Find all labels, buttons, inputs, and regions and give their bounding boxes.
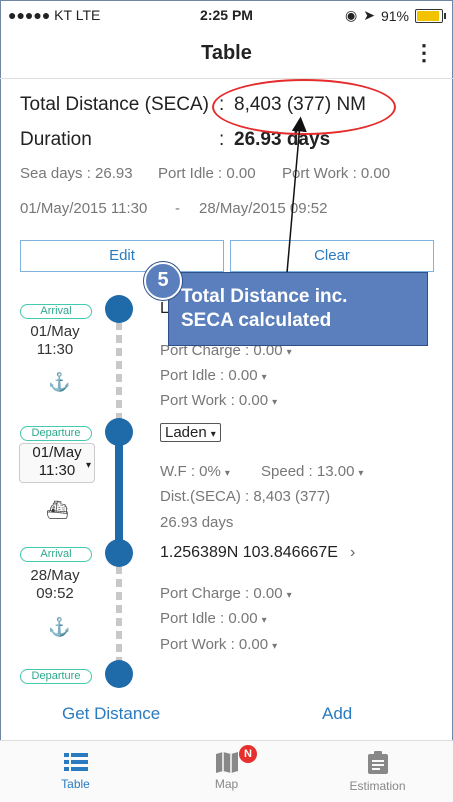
tab-map[interactable]: Map N <box>151 741 302 802</box>
battery-icon <box>415 8 446 23</box>
dropdown-caret-icon: ▾ <box>224 468 230 479</box>
leg-distance: Dist.(SECA) : 8,403 (377) <box>160 488 331 505</box>
dropdown-caret-icon: ▾ <box>272 641 278 652</box>
tab-label: Table <box>61 777 90 791</box>
timeline-node[interactable] <box>105 418 133 446</box>
weather-factor-dropdown[interactable]: W.F : 0% ▾ <box>160 463 230 480</box>
port-idle-dropdown[interactable]: Port Idle : 0.00 ▾ <box>160 367 267 384</box>
battery-percent: 91% <box>380 7 409 24</box>
anchor-icon: ⚓ <box>48 372 71 392</box>
anchor-icon: ⚓ <box>48 617 71 637</box>
map-icon <box>215 752 238 773</box>
port-charge-dropdown[interactable]: Port Charge : 0.00 ▾ <box>160 585 292 602</box>
duration-label: Duration <box>20 129 92 150</box>
highlight-ellipse <box>212 79 396 135</box>
get-distance-button[interactable]: Get Distance <box>62 704 160 724</box>
more-options-icon[interactable]: ⋮ <box>413 40 435 66</box>
timeline-node[interactable] <box>105 539 133 567</box>
battery-fill <box>417 10 439 21</box>
tab-estimation[interactable]: Estimation <box>302 741 453 802</box>
timeline-sailing-segment <box>115 440 123 540</box>
dropdown-caret-icon: ▾ <box>261 615 267 626</box>
dropdown-caret-icon: ▾ <box>86 460 92 471</box>
arrival-date: 28/May 09:52 <box>30 567 80 602</box>
tab-bar: Table Map N Estimation <box>0 740 453 802</box>
timeline-dashed-segment <box>116 322 122 420</box>
add-button[interactable]: Add <box>322 704 352 724</box>
dropdown-caret-icon: ▾ <box>272 397 278 408</box>
location-arrow-icon: ➤ <box>363 7 375 23</box>
callout-line-2: SECA calculated <box>181 310 332 331</box>
start-datetime: 01/May/2015 11:30 <box>20 200 148 217</box>
sea-days: Sea days : 26.93 <box>20 165 133 182</box>
port-work-dropdown[interactable]: Port Work : 0.00 ▾ <box>160 636 277 653</box>
clipboard-icon <box>367 751 388 774</box>
dropdown-caret-icon: ▾ <box>358 468 364 479</box>
port-work-total: Port Work : 0.00 <box>282 165 391 182</box>
edit-button[interactable]: Edit <box>20 240 224 272</box>
date-separator: - <box>175 200 180 217</box>
ship-icon: ⛴ <box>46 500 69 520</box>
navigation-bar: Table ⋮ <box>0 30 453 79</box>
port-work-dropdown[interactable]: Port Work : 0.00 ▾ <box>160 392 277 409</box>
departure-datetime-picker[interactable]: 01/May 11:30 <box>19 443 95 483</box>
dropdown-caret-icon: ▾ <box>286 347 292 358</box>
cargo-condition-select[interactable]: Laden ▾ <box>160 423 221 442</box>
annotation-callout: Total Distance inc. SECA calculated <box>168 272 428 346</box>
new-badge: N <box>239 745 257 763</box>
speed-dropdown[interactable]: Speed : 13.00 ▾ <box>261 463 363 480</box>
list-icon <box>63 753 88 771</box>
total-distance-label: Total Distance (SECA) <box>20 94 210 115</box>
tab-table[interactable]: Table <box>0 741 151 802</box>
arrival-tag: Arrival <box>20 547 92 562</box>
dropdown-caret-icon: ▾ <box>210 429 216 440</box>
arrival-tag: Arrival <box>20 304 92 319</box>
timeline-dashed-segment <box>116 566 122 662</box>
arrival-date: 01/May 11:30 <box>30 323 80 358</box>
timeline-node[interactable] <box>105 295 133 323</box>
orientation-lock-icon: ◉ <box>345 7 358 23</box>
leg-duration: 26.93 days <box>160 514 234 531</box>
status-right: ◉ ➤ 91% <box>345 7 446 24</box>
colon: : <box>219 129 225 150</box>
tab-label: Estimation <box>349 779 406 793</box>
port-idle-total: Port Idle : 0.00 <box>158 165 256 182</box>
port-idle-dropdown[interactable]: Port Idle : 0.00 ▾ <box>160 610 267 627</box>
dropdown-caret-icon: ▾ <box>261 372 267 383</box>
timeline-node[interactable] <box>105 660 133 688</box>
callout-line-1: Total Distance inc. <box>181 286 348 307</box>
status-bar: ●●●●● KT LTE 2:25 PM ◉ ➤ 91% <box>0 0 453 30</box>
dropdown-caret-icon: ▾ <box>286 590 292 601</box>
step-number-badge: 5 <box>144 262 182 300</box>
departure-tag: Departure <box>20 426 92 441</box>
tab-label: Map <box>214 777 239 791</box>
port-coordinates[interactable]: 1.256389N 103.846667E › <box>160 544 355 562</box>
clear-button[interactable]: Clear <box>230 240 434 272</box>
end-datetime: 28/May/2015 09:52 <box>199 200 328 217</box>
departure-tag: Departure <box>20 669 92 684</box>
chevron-right-icon: › <box>349 544 356 561</box>
page-title: Table <box>201 42 252 64</box>
